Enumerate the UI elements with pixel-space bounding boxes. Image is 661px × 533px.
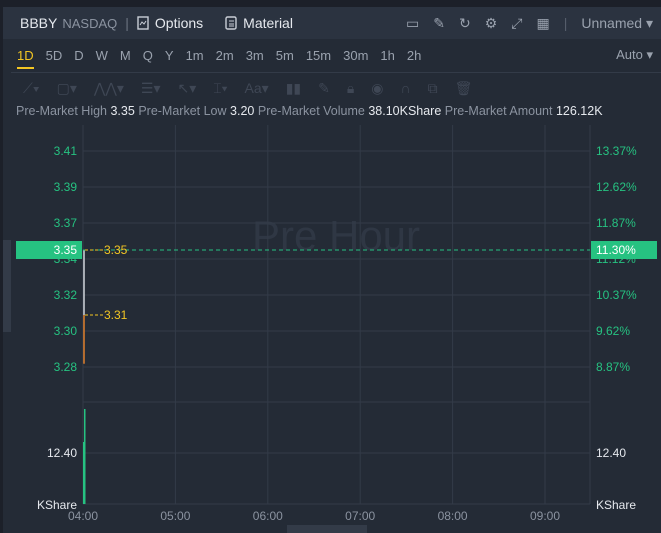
price-tick: 3.30 [54,324,78,338]
percent-tick: 12.62% [596,180,637,194]
x-tick: 06:00 [253,509,283,523]
volume-bar [83,442,84,504]
price-tick: 3.32 [54,288,78,302]
price-label: 3.31 [104,308,128,322]
price-chart[interactable]: Pre Hour04:00 05:00 06:00 07:00 08:00 09:003.… [0,0,661,533]
price-label: 3.35 [104,243,128,257]
price-tick: 3.39 [54,180,78,194]
x-tick: 08:00 [438,509,468,523]
volume-tick: 12.40 [596,446,626,460]
x-tick: 05:00 [160,509,190,523]
percent-tick: 13.37% [596,144,637,158]
price-tick: 3.37 [54,216,78,230]
percent-tick: 8.87% [596,360,630,374]
price-tick: 3.41 [54,144,78,158]
percent-tick: 9.62% [596,324,630,338]
percent-tick: 11.87% [596,216,636,230]
volume-unit: KShare [596,498,636,512]
bottom-panel-toggle[interactable] [287,525,367,533]
left-panel-toggle[interactable] [3,240,11,332]
volume-bar [84,409,86,504]
percent-tick: 10.37% [596,288,637,302]
current-percent: 11.30% [596,243,636,257]
price-tick: 3.28 [54,360,78,374]
volume-tick: 12.40 [47,446,77,460]
x-tick: 09:00 [530,509,560,523]
current-price: 3.35 [54,243,78,257]
x-tick: 07:00 [345,509,375,523]
volume-unit: KShare [37,498,77,512]
watermark: Pre Hour [252,212,420,259]
